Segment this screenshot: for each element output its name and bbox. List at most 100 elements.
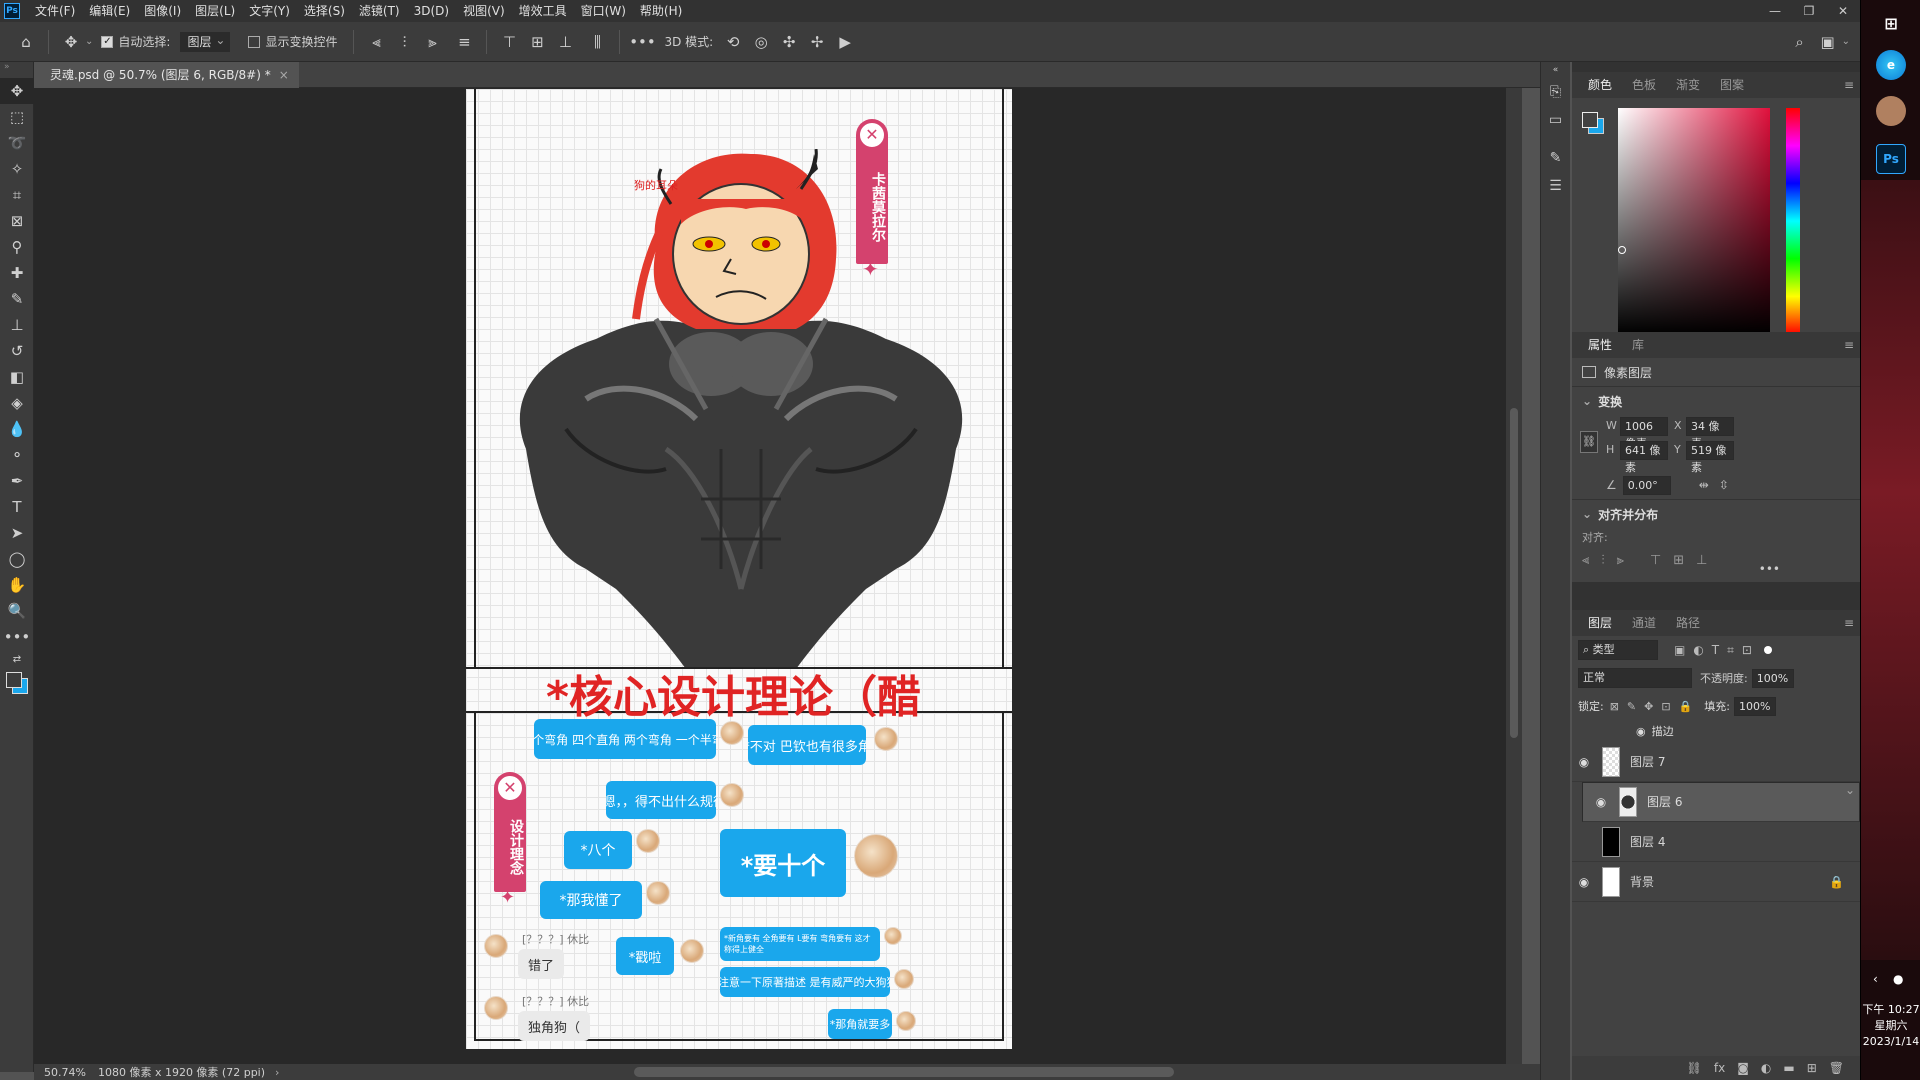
flip-horizontal-icon[interactable]: ⇹ [1699, 478, 1709, 492]
dodge-tool-icon[interactable]: ⚬ [0, 442, 34, 468]
more-tools-icon[interactable]: ••• [0, 624, 34, 650]
frame-tool-icon[interactable]: ⊠ [0, 208, 34, 234]
more-options-icon[interactable]: ••• [629, 30, 656, 54]
eye-icon[interactable]: ◉ [1572, 875, 1596, 889]
tab-layers[interactable]: 图层 [1578, 610, 1622, 636]
move-tool-icon[interactable]: ✥ [0, 78, 34, 104]
align-right-icon[interactable]: ⫸ [420, 30, 444, 54]
vertical-scrollbar[interactable] [1506, 88, 1522, 1064]
eye-icon[interactable]: ◉ [1572, 755, 1596, 769]
opacity-field[interactable]: 100% [1751, 668, 1794, 688]
3d-roll-icon[interactable]: ◎ [749, 30, 773, 54]
edge-browser-icon[interactable]: e [1876, 50, 1906, 80]
canvas-area[interactable]: 狗的耳朵 ✕ 卡茜莫拉尔 ✦ *核心设计理论（醋 ✕ 设计理念 ✦ *两个弯角 … [34, 88, 1506, 1064]
adjustments-icon[interactable]: ☰ [1541, 172, 1570, 200]
collapse-icon[interactable]: » [0, 62, 33, 78]
minimize-icon[interactable]: — [1758, 0, 1792, 22]
zoom-level[interactable]: 50.74% [44, 1066, 86, 1079]
menu-select[interactable]: 选择(S) [297, 0, 352, 22]
history-brush-icon[interactable]: ↺ [0, 338, 34, 364]
3d-slide-icon[interactable]: ✢ [805, 30, 829, 54]
marquee-tool-icon[interactable]: ⬚ [0, 104, 34, 130]
lock-icons[interactable]: ⊠✎✥⊡🔒 [1610, 700, 1701, 713]
menu-type[interactable]: 文字(Y) [242, 0, 297, 22]
workspace-chevron-icon[interactable]: ⌄ [1842, 36, 1850, 47]
eye-icon[interactable]: ◉ [1636, 725, 1646, 738]
width-field[interactable]: 1006 像素 [1620, 417, 1668, 450]
align-right-icon[interactable]: ⫸ [1617, 553, 1624, 568]
home-icon[interactable]: ⌂ [14, 30, 38, 54]
menu-3d[interactable]: 3D(D) [407, 0, 456, 22]
link-layers-icon[interactable]: ⛓ [1687, 1061, 1702, 1075]
filter-toggle-icon[interactable] [1763, 646, 1772, 654]
y-field[interactable]: 519 像素 [1686, 441, 1734, 474]
distribute-icon[interactable]: ≡ [452, 30, 476, 54]
x-field[interactable]: 34 像素 [1686, 417, 1734, 450]
flip-vertical-icon[interactable]: ⇳ [1719, 478, 1729, 492]
document-canvas[interactable]: 狗的耳朵 ✕ 卡茜莫拉尔 ✦ *核心设计理论（醋 ✕ 设计理念 ✦ *两个弯角 … [466, 89, 1012, 1049]
3d-camera-icon[interactable]: ▶ [833, 30, 857, 54]
workspace-icon[interactable]: ▣ [1816, 30, 1840, 54]
magic-wand-icon[interactable]: ✧ [0, 156, 34, 182]
zoom-tool-icon[interactable]: 🔍 [0, 598, 34, 624]
layer-name[interactable]: 图层 4 [1630, 833, 1665, 850]
more-icon[interactable]: ••• [1759, 562, 1780, 576]
brush-settings-icon[interactable]: ✎ [1541, 144, 1570, 172]
hue-slider[interactable] [1786, 108, 1800, 334]
fill-field[interactable]: 100% [1734, 696, 1777, 716]
chevron-right-icon[interactable]: › [275, 1066, 279, 1079]
layer-row[interactable]: ◉ 背景 🔒 [1572, 862, 1860, 902]
new-layer-icon[interactable]: ⊞ [1807, 1061, 1817, 1075]
ellipse-tool-icon[interactable]: ◯ [0, 546, 34, 572]
tab-libraries[interactable]: 库 [1622, 332, 1654, 358]
3d-orbit-icon[interactable]: ⟲ [721, 30, 745, 54]
hand-tool-icon[interactable]: ✋ [0, 572, 34, 598]
search-icon[interactable]: ⌕ [1788, 30, 1812, 54]
tab-gradients[interactable]: 渐变 [1666, 72, 1710, 98]
menu-window[interactable]: 窗口(W) [574, 0, 633, 22]
align-vcenter-icon[interactable]: ⊞ [525, 30, 549, 54]
tab-swatches[interactable]: 色板 [1622, 72, 1666, 98]
move-tool-icon[interactable]: ✥ [59, 30, 83, 54]
horizontal-scrollbar[interactable] [634, 1067, 1174, 1077]
menu-image[interactable]: 图像(I) [137, 0, 188, 22]
eraser-icon[interactable]: ◧ [0, 364, 34, 390]
color-swatches[interactable] [0, 668, 33, 700]
layer-filter-icons[interactable]: ▣◐T⌗⊡ [1674, 643, 1760, 658]
layer-row[interactable]: ◉ 图层 7 [1572, 742, 1860, 782]
layer-filter-dropdown[interactable]: ⌕ 类型 [1578, 640, 1658, 660]
path-select-icon[interactable]: ➤ [0, 520, 34, 546]
layer-name[interactable]: 图层 6 [1647, 793, 1682, 811]
adjustment-layer-icon[interactable]: ◐ [1761, 1061, 1771, 1075]
layer-name[interactable]: 图层 7 [1630, 753, 1665, 770]
menu-file[interactable]: 文件(F) [28, 0, 82, 22]
auto-select-dropdown[interactable]: 图层 [180, 31, 231, 52]
pen-tool-icon[interactable]: ✒ [0, 468, 34, 494]
close-tab-icon[interactable]: × [279, 68, 289, 82]
align-top-icon[interactable]: ⊤ [1650, 553, 1661, 568]
qq-tray-icon[interactable]: ● [1893, 972, 1903, 986]
mask-icon[interactable]: ◙ [1737, 1061, 1749, 1075]
paint-bucket-icon[interactable]: ◈ [0, 390, 34, 416]
document-tab[interactable]: 灵魂.psd @ 50.7% (图层 6, RGB/8#) * × [34, 62, 299, 88]
brush-tool-icon[interactable]: ✎ [0, 286, 34, 312]
menu-help[interactable]: 帮助(H) [633, 0, 689, 22]
tab-channels[interactable]: 通道 [1622, 610, 1666, 636]
3d-pan-icon[interactable]: ✣ [777, 30, 801, 54]
layer-row[interactable]: 图层 4 [1572, 822, 1860, 862]
layer-name[interactable]: 背景 [1630, 873, 1654, 890]
align-bottom-icon[interactable]: ⊥ [1696, 553, 1707, 568]
blend-mode-dropdown[interactable]: 正常 [1578, 668, 1692, 688]
crop-tool-icon[interactable]: ⌗ [0, 182, 34, 208]
align-left-icon[interactable]: ⫷ [364, 30, 388, 54]
distribute-v-icon[interactable]: ⫼ [585, 30, 609, 54]
menu-plugins[interactable]: 增效工具 [512, 0, 574, 22]
layer-effect-stroke[interactable]: 描边 [1652, 723, 1674, 739]
align-hcenter-icon[interactable]: ⫶ [392, 30, 416, 54]
chevron-down-icon[interactable]: ⌄ [1582, 394, 1592, 408]
chevron-down-icon[interactable]: ⌄ [1582, 507, 1592, 521]
swap-colors-icon[interactable]: ⇄ [0, 650, 34, 668]
chevron-down-icon[interactable]: ⌄ [85, 36, 93, 47]
taskbar-clock[interactable]: 下午 10:27 星期六 2023/1/14 [1861, 1002, 1920, 1050]
menu-edit[interactable]: 编辑(E) [82, 0, 137, 22]
